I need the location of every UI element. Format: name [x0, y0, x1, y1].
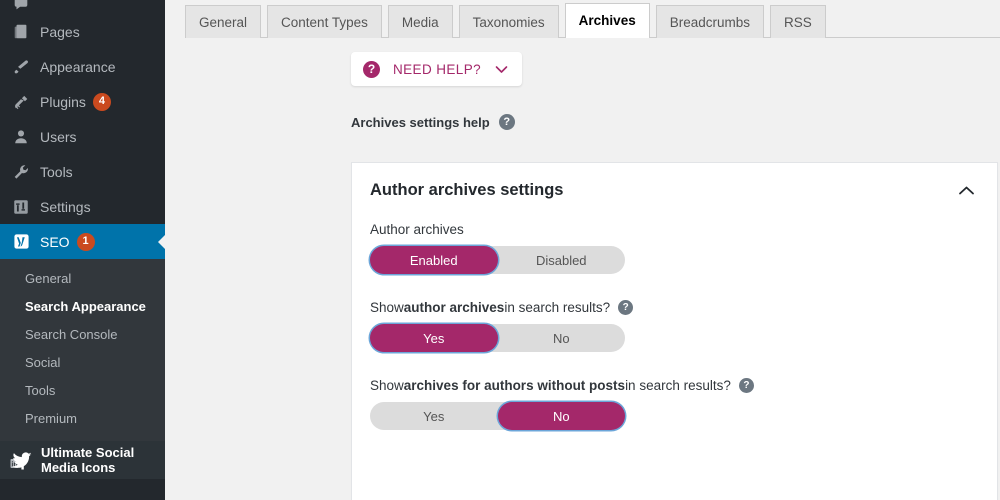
submenu-item-tools[interactable]: Tools: [0, 377, 165, 405]
toggle-option-no[interactable]: No: [498, 402, 626, 430]
sidebar-item-tools-label: Tools: [40, 164, 73, 180]
setting-field: Show author archives in search results??…: [370, 300, 979, 352]
tab-breadcrumbs[interactable]: Breadcrumbs: [656, 5, 764, 38]
field-label: Show archives for authors without posts …: [370, 378, 979, 393]
sidebar-item-ultimate-social-media-icons[interactable]: in Ultimate Social Media Icons: [0, 441, 165, 479]
sidebar-item-users[interactable]: Users: [0, 119, 165, 154]
field-label: Show author archives in search results??: [370, 300, 979, 315]
toggle-switch[interactable]: YesNo: [370, 402, 625, 430]
toggle-option-yes[interactable]: Yes: [370, 402, 498, 430]
seo-submenu: GeneralSearch AppearanceSearch ConsoleSo…: [0, 259, 165, 441]
toggle-switch[interactable]: YesNo: [370, 324, 625, 352]
sidebar-item-appearance-label: Appearance: [40, 59, 116, 75]
tab-rss[interactable]: RSS: [770, 5, 826, 38]
sidebar-item-settings[interactable]: Settings: [0, 189, 165, 224]
archives-settings-help[interactable]: Archives settings help ?: [351, 114, 515, 130]
toggle-option-yes[interactable]: Yes: [370, 324, 498, 352]
current-menu-arrow: [158, 234, 165, 250]
sidebar-item-pages[interactable]: Pages: [0, 14, 165, 49]
field-label-text-tail: in search results?: [625, 378, 731, 393]
sidebar-item-ultimate-social-media-icons-label: Ultimate Social Media Icons: [41, 445, 165, 475]
setting-field: Show archives for authors without posts …: [370, 378, 979, 430]
question-mark-icon: ?: [363, 61, 380, 78]
toggle-option-disabled[interactable]: Disabled: [498, 246, 626, 274]
submenu-item-social[interactable]: Social: [0, 349, 165, 377]
appearance-brush-icon: [11, 57, 31, 77]
sidebar-item-plugins[interactable]: Plugins 4: [0, 84, 165, 119]
pages-icon: [11, 22, 31, 42]
toggle-option-enabled[interactable]: Enabled: [370, 246, 498, 274]
field-label-emphasis: author archives: [404, 300, 505, 315]
settings-tabbar: GeneralContent TypesMediaTaxonomiesArchi…: [185, 0, 1000, 38]
field-label-text-tail: in search results?: [504, 300, 610, 315]
admin-sidebar: Pages Appearance Plugins 4 Users Tools Setting…: [0, 0, 165, 500]
plugins-plug-icon: [11, 92, 31, 112]
need-help-button[interactable]: ? NEED HELP?: [351, 52, 522, 86]
submenu-item-search-appearance[interactable]: Search Appearance: [0, 293, 165, 321]
tools-wrench-icon: [11, 162, 31, 182]
card-body: Author archives EnabledDisabled Show autho…: [352, 200, 997, 456]
yoast-logo-icon: [11, 232, 31, 252]
sidebar-item-appearance[interactable]: Appearance: [0, 49, 165, 84]
social-media-icons-icon: in: [10, 448, 34, 472]
tab-general[interactable]: General: [185, 5, 261, 38]
chevron-up-icon[interactable]: [958, 185, 975, 196]
sidebar-item-users-label: Users: [40, 129, 77, 145]
chevron-down-icon: [495, 65, 508, 74]
sidebar-item-settings-label: Settings: [40, 199, 91, 215]
wordpress-admin-screen: Pages Appearance Plugins 4 Users Tools Setting…: [0, 0, 1000, 500]
field-label-text: Author archives: [370, 222, 464, 237]
field-label: Author archives: [370, 222, 979, 237]
sidebar-item-pages-label: Pages: [40, 24, 80, 40]
help-circle-icon[interactable]: ?: [739, 378, 754, 393]
plugins-update-badge: 4: [93, 93, 111, 111]
archives-settings-help-label: Archives settings help: [351, 115, 490, 130]
page-title: Author archives settings: [370, 181, 563, 200]
toggle-switch[interactable]: EnabledDisabled: [370, 246, 625, 274]
tab-taxonomies[interactable]: Taxonomies: [459, 5, 559, 38]
field-label-emphasis: archives for authors without posts: [404, 378, 625, 393]
author-archives-settings-card: Author archives settings Author archives…: [351, 162, 998, 500]
sidebar-item-seo-label: SEO: [40, 234, 70, 250]
submenu-item-premium[interactable]: Premium: [0, 405, 165, 433]
field-label-text: Show: [370, 378, 404, 393]
comments-icon: [11, 0, 31, 14]
field-label-text: Show: [370, 300, 404, 315]
tab-archives[interactable]: Archives: [565, 3, 650, 38]
seo-update-badge: 1: [77, 233, 95, 251]
toggle-option-no[interactable]: No: [498, 324, 626, 352]
tab-content-types[interactable]: Content Types: [267, 5, 382, 38]
help-circle-icon[interactable]: ?: [618, 300, 633, 315]
help-circle-icon[interactable]: ?: [499, 114, 515, 130]
need-help-label: NEED HELP?: [393, 62, 481, 77]
users-person-icon: [11, 127, 31, 147]
main-content: GeneralContent TypesMediaTaxonomiesArchi…: [165, 0, 1000, 500]
sidebar-item-plugins-label: Plugins: [40, 94, 86, 110]
tab-media[interactable]: Media: [388, 5, 453, 38]
sidebar-item-tools[interactable]: Tools: [0, 154, 165, 189]
setting-field: Author archives EnabledDisabled: [370, 222, 979, 274]
sidebar-item-seo[interactable]: SEO 1: [0, 224, 165, 259]
card-header: Author archives settings: [352, 163, 997, 200]
sidebar-item-partial[interactable]: [0, 0, 165, 14]
submenu-item-general[interactable]: General: [0, 265, 165, 293]
submenu-item-search-console[interactable]: Search Console: [0, 321, 165, 349]
settings-sliders-icon: [11, 197, 31, 217]
